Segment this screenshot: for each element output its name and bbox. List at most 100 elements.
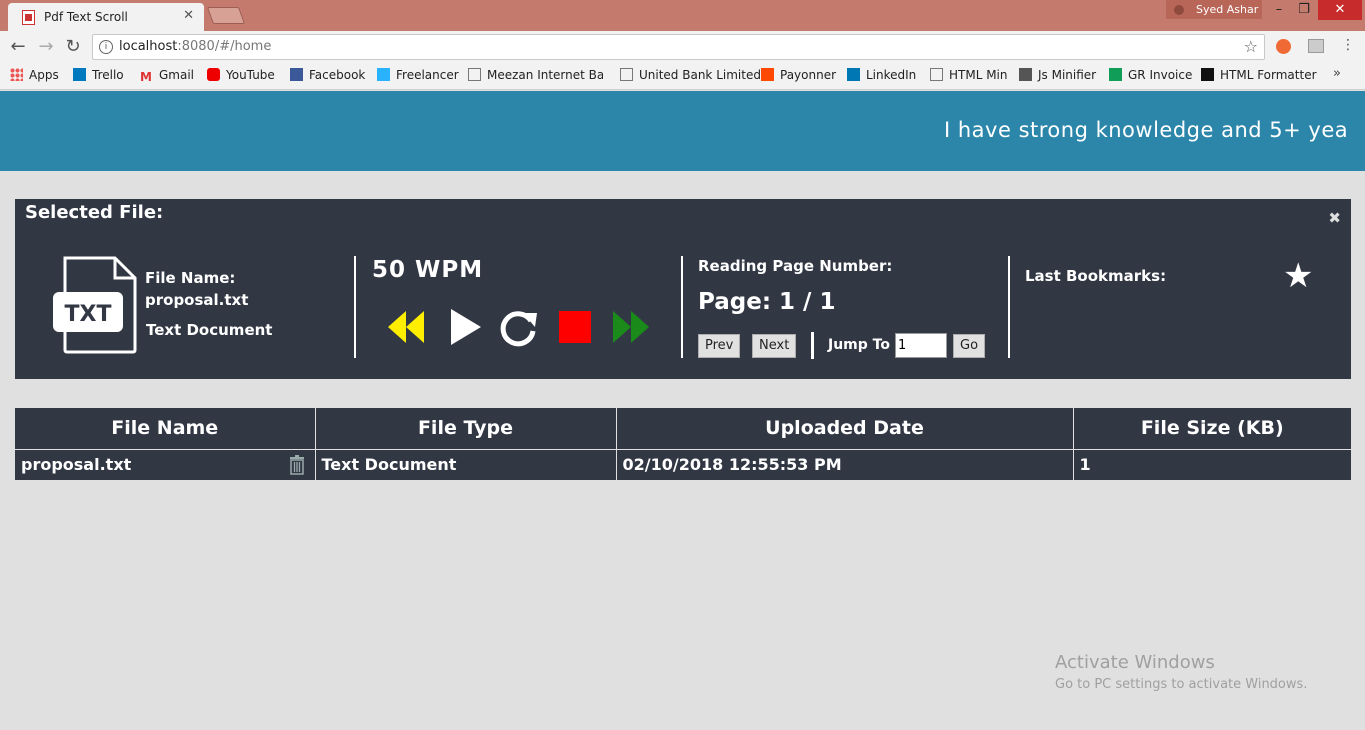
bookmark-label: HTML Formatter <box>1220 68 1317 82</box>
add-bookmark-star-icon[interactable]: ★ <box>1283 256 1313 296</box>
bookmark-label: United Bank Limited <box>639 68 761 82</box>
files-table: File Name File Type Uploaded Date File S… <box>15 408 1351 480</box>
payoneer-icon <box>761 68 774 81</box>
file-name-value: proposal.txt <box>145 291 249 309</box>
bookmark-trello[interactable]: Trello <box>73 68 124 82</box>
browser-titlebar: Pdf Text Scroll ✕ Syed Ashar – ❐ ✕ <box>0 0 1365 31</box>
freelancer-icon <box>377 68 390 81</box>
url-path: :8080/#/home <box>177 39 272 54</box>
activate-title: Activate Windows <box>1055 652 1215 673</box>
marquee-text: I have strong knowledge and 5+ yea <box>944 118 1349 142</box>
bookmark-grinvoice[interactable]: GR Invoice <box>1109 68 1192 82</box>
selected-file-panel: Selected File: ✖ TXT File Name: proposal… <box>15 199 1351 379</box>
uploaded-date-cell: 02/10/2018 12:55:53 PM <box>616 449 1074 480</box>
activate-windows-watermark: Activate Windows Go to PC settings to ac… <box>1055 652 1307 692</box>
window-close-icon[interactable]: ✕ <box>1318 0 1362 20</box>
panel-title: Selected File: <box>25 202 164 223</box>
address-bar[interactable]: i localhost:8080/#/home ☆ <box>92 34 1265 60</box>
file-icon-label: TXT <box>65 302 112 327</box>
stop-icon[interactable] <box>555 307 595 347</box>
more-bookmarks-icon[interactable]: » <box>1333 66 1341 81</box>
play-icon[interactable] <box>445 307 485 347</box>
file-name-label: File Name: <box>145 269 236 287</box>
marquee-banner: I have strong knowledge and 5+ yea <box>0 91 1365 171</box>
bookmark-label: Trello <box>92 68 124 82</box>
table-row[interactable]: proposal.txt Text Document 02/10/2018 12… <box>15 449 1351 480</box>
bookmark-jsminifier[interactable]: Js Minifier <box>1019 68 1096 82</box>
file-name-text: proposal.txt <box>21 455 132 475</box>
bookmark-htmlformatter[interactable]: HTML Formatter <box>1201 68 1317 82</box>
column-header[interactable]: Uploaded Date <box>616 408 1074 450</box>
go-button[interactable]: Go <box>953 334 986 358</box>
bookmark-meezan[interactable]: Meezan Internet Ban <box>468 68 603 82</box>
column-header[interactable]: File Name <box>15 408 316 450</box>
linkedin-icon <box>847 68 860 81</box>
bookmark-apps[interactable]: Apps <box>10 68 59 82</box>
bookmark-htmlmin[interactable]: HTML Min <box>930 68 1008 82</box>
back-arrow-icon[interactable]: ← <box>8 36 28 57</box>
bookmark-label: Meezan Internet Ban <box>487 68 603 82</box>
bookmark-facebook[interactable]: Facebook <box>290 68 365 82</box>
bookmark-label: Apps <box>29 68 59 82</box>
table-header-row: File Name File Type Uploaded Date File S… <box>15 408 1351 450</box>
forward-arrow-icon[interactable]: → <box>36 36 56 57</box>
extension-cast-icon[interactable] <box>1308 39 1324 53</box>
bookmark-ubl[interactable]: United Bank Limited <box>620 68 761 82</box>
info-icon[interactable]: i <box>99 40 113 54</box>
prev-button[interactable]: Prev <box>698 334 741 358</box>
reading-page-label: Reading Page Number: <box>698 257 893 275</box>
youtube-icon <box>207 68 220 81</box>
divider <box>354 256 356 358</box>
tab-close-icon[interactable]: ✕ <box>183 8 194 23</box>
url-host: localhost <box>119 39 178 54</box>
formatter-icon <box>1201 68 1214 81</box>
file-size-cell: 1 <box>1079 455 1091 475</box>
extension-icon[interactable] <box>1276 39 1291 54</box>
page-icon <box>468 68 481 81</box>
profile-button[interactable]: Syed Ashar <box>1166 0 1262 19</box>
restore-icon[interactable]: ❐ <box>1291 0 1317 20</box>
profile-name: Syed Ashar <box>1196 3 1259 16</box>
new-tab-button[interactable] <box>206 7 246 24</box>
divider <box>681 256 683 358</box>
tab-title: Pdf Text Scroll <box>44 10 128 24</box>
wpm-display: 50 WPM <box>372 257 484 283</box>
facebook-icon <box>290 68 303 81</box>
last-bookmarks-label: Last Bookmarks: <box>1025 267 1167 285</box>
browser-tab[interactable]: Pdf Text Scroll ✕ <box>8 3 204 31</box>
bookmark-label: GR Invoice <box>1128 68 1193 82</box>
next-button[interactable]: Next <box>752 334 797 358</box>
jump-to-input[interactable] <box>895 333 947 358</box>
bookmark-label: HTML Min <box>949 68 1008 82</box>
column-header[interactable]: File Type <box>315 408 617 450</box>
column-header[interactable]: File Size (KB) <box>1073 408 1351 450</box>
file-name-cell[interactable]: proposal.txt <box>15 449 316 480</box>
bookmark-label: Freelancer <box>396 68 459 82</box>
page-icon <box>930 68 943 81</box>
reload-icon[interactable]: ↻ <box>63 36 83 57</box>
kebab-menu-icon[interactable]: ⋮ <box>1341 37 1355 53</box>
close-icon[interactable]: ✖ <box>1328 209 1341 227</box>
bookmark-label: Facebook <box>309 68 366 82</box>
bookmark-label: Gmail <box>159 68 195 82</box>
fast-forward-icon[interactable] <box>611 307 651 347</box>
activate-subtitle: Go to PC settings to activate Windows. <box>1055 677 1308 692</box>
page-indicator: Page: 1 / 1 <box>698 289 836 315</box>
txt-file-icon: TXT <box>53 256 137 354</box>
bookmark-freelancer[interactable]: Freelancer <box>377 68 459 82</box>
jsminifier-icon <box>1019 68 1032 81</box>
bookmark-label: Payonner <box>780 68 837 82</box>
trash-icon[interactable] <box>289 454 305 475</box>
rewind-icon[interactable] <box>386 307 426 347</box>
bookmark-youtube[interactable]: YouTube <box>207 68 275 82</box>
bookmark-star-icon[interactable]: ☆ <box>1244 37 1258 56</box>
file-type-value: Text Document <box>146 321 273 339</box>
gmail-icon: M <box>140 70 152 84</box>
bookmark-linkedin[interactable]: LinkedIn <box>847 68 916 82</box>
restart-icon[interactable] <box>499 307 539 347</box>
bookmark-gmail[interactable]: M Gmail <box>140 68 194 84</box>
bookmark-payonner[interactable]: Payonner <box>761 68 836 82</box>
page-icon <box>620 68 633 81</box>
profile-icon <box>1174 5 1184 15</box>
minimize-icon[interactable]: – <box>1266 0 1292 20</box>
